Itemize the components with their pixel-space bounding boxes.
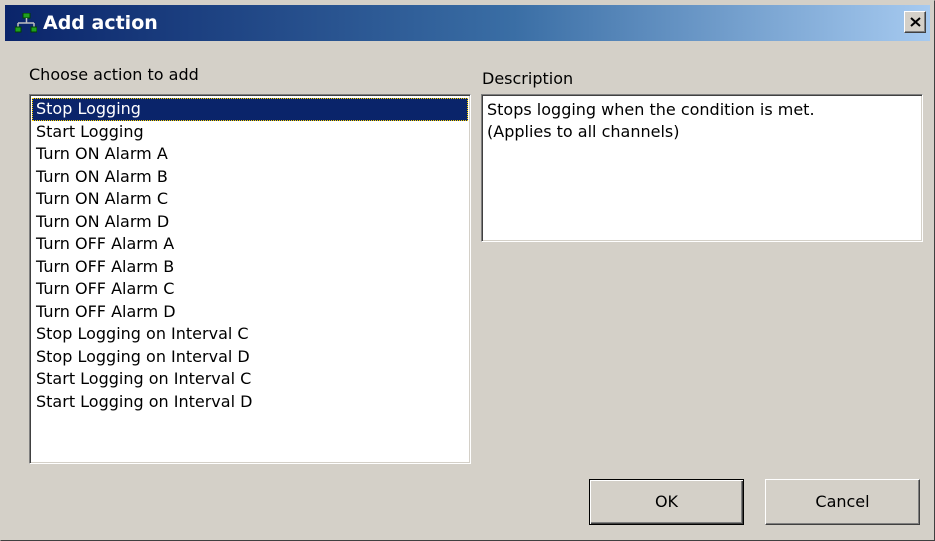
action-list-item[interactable]: Stop Logging on Interval D — [32, 346, 468, 369]
action-list-item[interactable]: Turn OFF Alarm A — [32, 233, 468, 256]
action-list-item[interactable]: Start Logging on Interval D — [32, 391, 468, 414]
action-list-item[interactable]: Turn ON Alarm B — [32, 166, 468, 189]
action-list-item[interactable]: Turn ON Alarm C — [32, 188, 468, 211]
dialog-title: Add action — [43, 12, 158, 34]
actions-label: Choose action to add — [29, 65, 199, 84]
network-tree-icon — [14, 12, 38, 33]
action-list-item[interactable]: Stop Logging on Interval C — [32, 323, 468, 346]
action-list-item[interactable]: Stop Logging — [32, 98, 468, 121]
close-button[interactable] — [904, 11, 926, 33]
action-list-item[interactable]: Turn OFF Alarm B — [32, 256, 468, 279]
description-box: Stops logging when the condition is met.… — [481, 94, 923, 242]
description-label: Description — [482, 69, 574, 88]
action-list-item[interactable]: Turn ON Alarm D — [32, 211, 468, 234]
action-list-item[interactable]: Start Logging — [32, 121, 468, 144]
add-action-dialog: Add action Choose action to add Stop Log… — [0, 0, 935, 541]
action-list-item[interactable]: Start Logging on Interval C — [32, 368, 468, 391]
cancel-button[interactable]: Cancel — [765, 479, 920, 525]
action-list-item[interactable]: Turn OFF Alarm D — [32, 301, 468, 324]
action-listbox[interactable]: Stop Logging Start Logging Turn ON Alarm A… — [29, 94, 471, 464]
title-bar[interactable]: Add action — [5, 5, 930, 41]
action-list-item[interactable]: Turn ON Alarm A — [32, 143, 468, 166]
ok-button[interactable]: OK — [589, 479, 744, 525]
action-list-item[interactable]: Turn OFF Alarm C — [32, 278, 468, 301]
